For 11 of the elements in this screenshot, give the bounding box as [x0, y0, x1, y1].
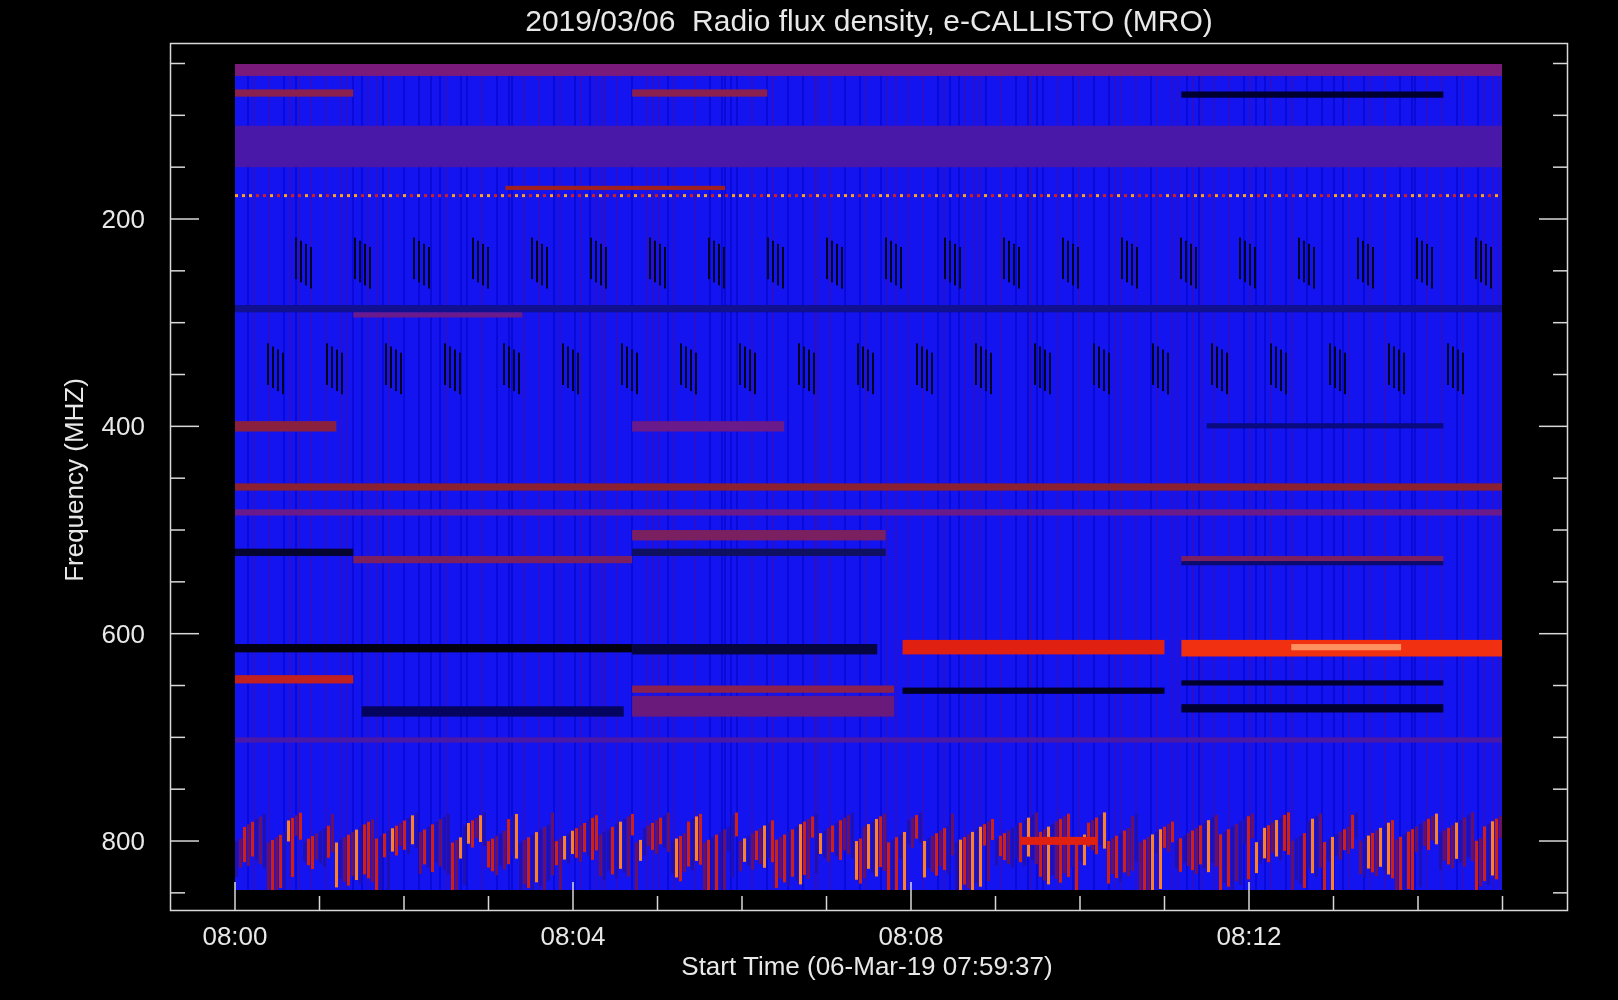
x-tick-label: 08:00 [202, 921, 268, 951]
y-tick-label: 600 [101, 618, 145, 649]
x-tick-label: 08:04 [540, 921, 606, 951]
x-axis-label: Start Time (06-Mar-19 07:59:37) [681, 951, 1053, 981]
chart-title: 2019/03/06 Radio flux density, e-CALLISTO (MRO) [525, 4, 1213, 37]
y-axis-label: Frequency (MHZ) [59, 378, 89, 582]
y-tick-label: 400 [101, 411, 145, 442]
y-tick-label: 800 [101, 826, 145, 856]
y-tick-label: 200 [101, 204, 145, 234]
x-tick-label: 08:12 [1216, 921, 1282, 951]
x-tick-label: 08:08 [878, 921, 944, 951]
